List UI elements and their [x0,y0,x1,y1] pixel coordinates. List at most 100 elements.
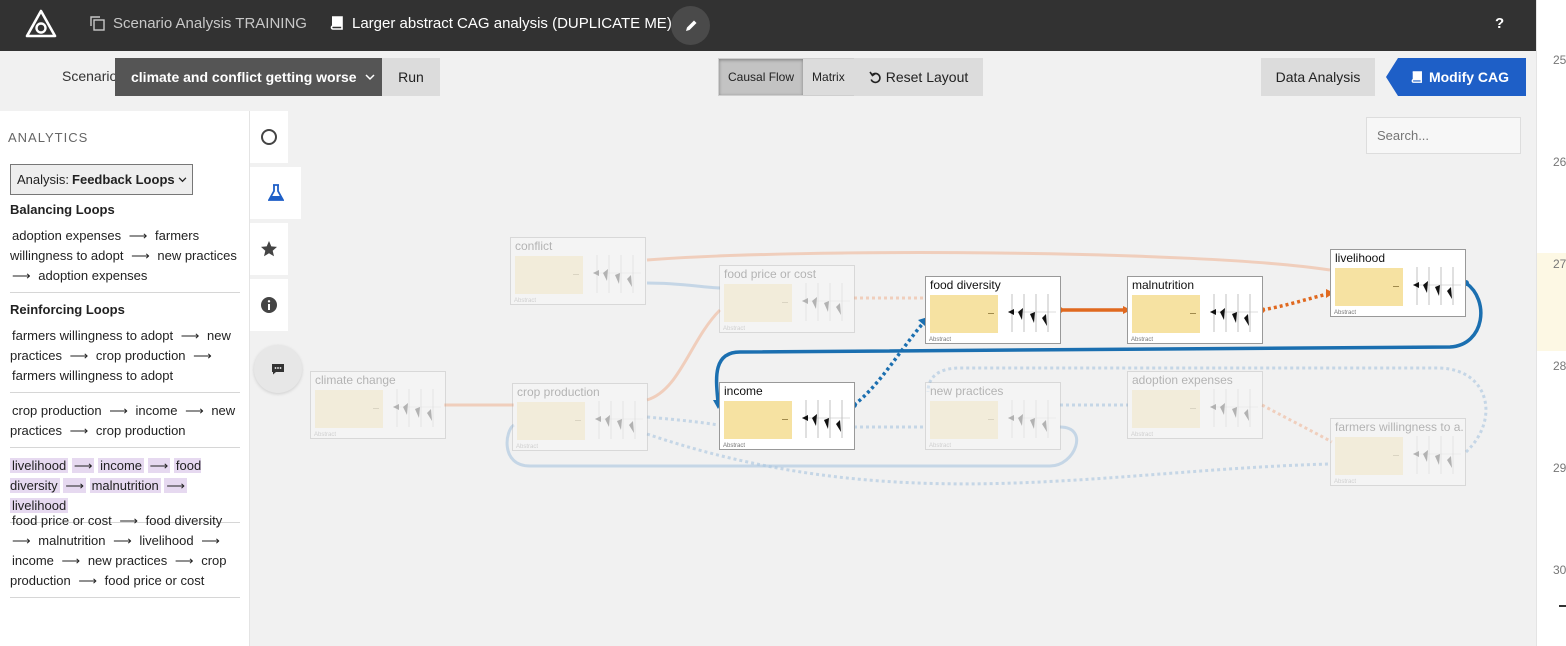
loop-node-name: malnutrition [38,533,106,548]
tab-nodes[interactable] [250,111,288,163]
tab-analytics[interactable] [250,167,301,219]
data-analysis-button[interactable]: Data Analysis [1261,58,1375,96]
graph-node[interactable]: crop production Abstract [512,383,648,451]
book-icon [1411,70,1422,83]
graph-node[interactable]: livelihood Abstract [1330,249,1466,317]
gutter-marker [1559,605,1566,607]
loop-node-name: food price or cost [12,513,112,528]
graph-node[interactable]: climate change Abstract [310,371,446,439]
node-value-box [930,295,998,333]
arrow-right-icon: ⟶ [185,403,204,418]
circle-icon [261,129,277,145]
arrow-right-icon: ⟶ [69,423,89,438]
loop-node-name: food diversity [145,513,223,528]
edit-name-button[interactable] [671,6,710,45]
project-breadcrumb[interactable]: Scenario Analysis TRAINING [90,15,307,32]
node-sparkline-chart [595,401,643,439]
node-caption: Abstract [514,298,537,304]
node-label: food diversity [930,278,1001,292]
graph-node[interactable]: food diversity Abstract [925,276,1061,344]
balancing-loops-title: Balancing Loops [10,202,115,217]
modify-cag-label: Modify CAG [1428,69,1510,85]
loop-node-name: new practices [157,248,237,263]
matrix-tab[interactable]: Matrix [803,59,854,95]
model-breadcrumb: Larger abstract CAG analysis (DUPLICATE … [330,15,672,32]
gutter-number: 26 [1553,155,1566,169]
node-search-input[interactable] [1366,117,1521,154]
undo-icon [869,71,881,83]
graph-node[interactable]: farmers willingness to a... Abstract [1330,418,1466,486]
causal-graph-canvas[interactable]: conflict Abstract food price or cost Abstra… [250,100,1536,646]
pencil-icon [685,20,696,31]
feedback-loop-item[interactable]: crop production ⟶ income ⟶ new practices… [10,401,240,448]
arrow-right-icon: ⟶ [12,268,31,283]
gutter-number: 25 [1553,53,1566,67]
view-toggle: Causal Flow Matrix [718,58,855,96]
edge-crop-food-price [646,308,722,402]
node-value-box [1335,268,1403,306]
edge-malnutrition-livelihood [1261,292,1329,312]
graph-node[interactable]: adoption expenses Abstract [1127,371,1263,439]
help-button[interactable]: ? [1495,15,1504,32]
node-sparkline-chart [802,400,850,438]
arrow-right-icon: ⟶ [131,248,150,263]
analytics-title: ANALYTICS [8,130,89,145]
scenario-dropdown[interactable]: climate and conflict getting worse [115,58,382,96]
loop-node-name: crop production [95,348,186,363]
run-button[interactable]: Run [382,58,440,96]
chat-button[interactable] [254,345,302,393]
node-sparkline-chart [1210,389,1258,427]
tab-info[interactable] [250,279,288,331]
node-sparkline-chart [393,389,441,427]
loop-node-name: crop production [95,423,186,438]
node-sparkline-chart [1413,267,1461,305]
node-caption: Abstract [516,444,539,450]
node-caption: Abstract [314,432,337,438]
loop-node-name: adoption expenses [12,228,122,243]
feedback-loop-item[interactable]: adoption expenses ⟶ farmers willingness … [10,226,240,293]
arrow-right-icon: ⟶ [12,533,31,548]
node-caption: Abstract [1131,432,1154,438]
arrow-right-icon: ⟶ [63,478,86,493]
book-icon [330,16,343,30]
node-value-box [724,284,792,322]
graph-node[interactable]: food price or cost Abstract [719,265,855,333]
graph-node[interactable]: malnutrition Abstract [1127,276,1263,344]
analysis-value: Feedback Loops [72,172,175,187]
loop-node-name: farmers willingness to adopt [12,328,174,343]
loop-node-name: livelihood [139,533,194,548]
reinforcing-loops-title: Reinforcing Loops [10,302,125,317]
graph-node[interactable]: new practices Abstract [925,382,1061,450]
reset-layout-button[interactable]: Reset Layout [854,58,983,96]
gutter-number: 29 [1553,461,1566,475]
node-label: crop production [517,385,600,399]
node-value-box [515,256,583,294]
node-sparkline-chart [1210,294,1258,332]
loop-node-name: income [135,403,178,418]
node-value-box [517,402,585,440]
arrow-right-icon: ⟶ [109,403,128,418]
node-label: farmers willingness to a... [1335,420,1463,434]
gutter-number: 27 [1553,257,1566,271]
edge-income-food-diversity [852,320,926,407]
node-caption: Abstract [929,443,952,449]
node-value-box [1132,295,1200,333]
analysis-prefix: Analysis: [17,172,70,187]
node-sparkline-chart [593,255,641,293]
scenario-label: Scenario [62,68,118,84]
loop-node-name: income [12,553,54,568]
app-logo-icon[interactable] [24,9,58,39]
graph-node[interactable]: conflict Abstract [510,237,646,305]
modify-cag-button[interactable]: Modify CAG [1386,58,1526,96]
node-sparkline-chart [802,283,850,321]
node-value-box [930,401,998,439]
analysis-type-dropdown[interactable]: Analysis: Feedback Loops [10,164,193,195]
feedback-loop-item[interactable]: food price or cost ⟶ food diversity ⟶ ma… [10,511,240,598]
causal-flow-tab[interactable]: Causal Flow [719,59,804,95]
gutter-number: 28 [1553,359,1566,373]
loop-node-name: food price or cost [104,573,205,588]
info-icon [261,297,277,313]
tab-favorites[interactable] [250,223,288,275]
feedback-loop-item[interactable]: farmers willingness to adopt ⟶ new pract… [10,326,240,393]
graph-node[interactable]: income Abstract [719,382,855,450]
